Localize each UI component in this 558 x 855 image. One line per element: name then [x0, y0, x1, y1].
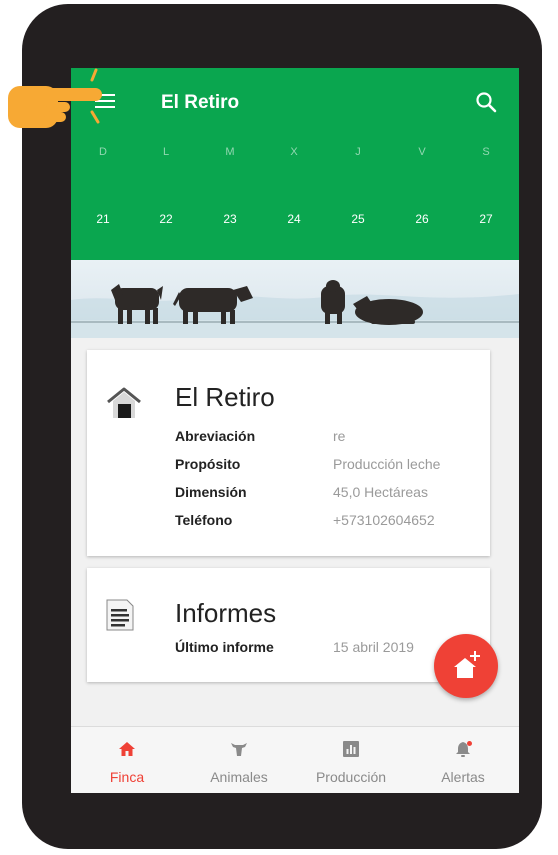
reports-title: Informes [175, 598, 277, 628]
nav-label: Animales [210, 769, 268, 785]
nav-item-finca[interactable]: Finca [71, 727, 183, 793]
reports-card[interactable]: Informes Último informe 15 abril 2019 [87, 568, 490, 682]
dimension-value: 45,0 Hectáreas [333, 484, 428, 500]
add-farm-button[interactable] [434, 634, 498, 698]
day-name: S [482, 146, 490, 158]
purpose-value: Producción leche [333, 456, 441, 472]
app-title: El Retiro [161, 92, 240, 113]
day-name: V [418, 146, 426, 158]
calendar-day[interactable]: 22 [146, 212, 186, 226]
dimension-label: Dimensión [175, 484, 247, 500]
chart-icon [343, 741, 359, 757]
nav-label: Finca [109, 769, 145, 785]
cow-icon [231, 743, 247, 756]
phone-label: Teléfono [175, 512, 233, 528]
cows-banner-image [71, 260, 519, 338]
nav-item-produccion[interactable]: Producción [295, 727, 407, 793]
nav-label: Producción [315, 769, 387, 785]
last-report-label: Último informe [175, 639, 274, 655]
farm-name: El Retiro [175, 382, 275, 412]
phone-value: +573102604652 [333, 512, 435, 528]
purpose-label: Propósito [175, 456, 241, 472]
nav-label: Alertas [441, 769, 485, 785]
app-screen: El Retiro D L M X J V S 21 22 23 24 25 2… [71, 68, 519, 793]
bell-icon [456, 741, 472, 757]
calendar-day[interactable]: 24 [274, 212, 314, 226]
farm-card[interactable]: El Retiro Abreviación re Propósito Produ… [87, 350, 490, 556]
document-icon [106, 599, 134, 631]
house-icon [107, 387, 141, 418]
add-farm-icon [454, 651, 480, 678]
calendar-day[interactable]: 26 [402, 212, 442, 226]
day-name: D [99, 146, 107, 158]
calendar-day[interactable]: 25 [338, 212, 378, 226]
pointing-hand-icon [8, 68, 102, 128]
calendar-day[interactable]: 21 [83, 212, 123, 226]
bottom-navigation: Finca Animales Producción Alertas [71, 726, 519, 793]
abbreviation-label: Abreviación [175, 428, 256, 444]
day-name: X [290, 146, 298, 158]
search-icon[interactable] [475, 91, 497, 113]
nav-item-alertas[interactable]: Alertas [407, 727, 519, 793]
day-name: L [162, 146, 170, 158]
last-report-value: 15 abril 2019 [333, 639, 414, 655]
day-name: J [355, 146, 361, 158]
app-bar: El Retiro D L M X J V S 21 22 23 24 25 2… [71, 68, 519, 260]
nav-item-animales[interactable]: Animales [183, 727, 295, 793]
calendar-day[interactable]: 27 [466, 212, 506, 226]
house-icon [119, 742, 135, 756]
abbreviation-value: re [333, 428, 346, 444]
day-name: M [225, 146, 235, 158]
calendar-day[interactable]: 23 [210, 212, 250, 226]
